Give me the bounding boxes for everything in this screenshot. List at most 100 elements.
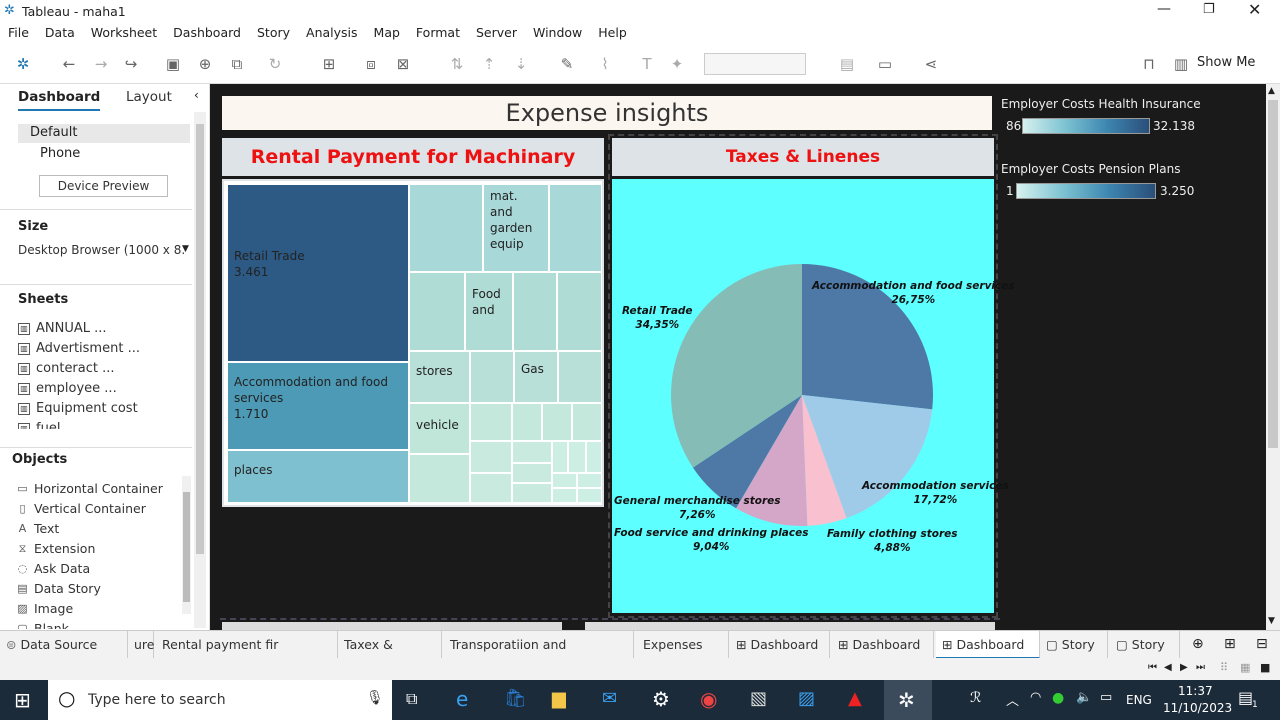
microphone-icon[interactable]: 🎙	[366, 690, 384, 706]
network-icon[interactable]: ◠	[1030, 690, 1041, 705]
menu-dashboard[interactable]: Dashboard	[165, 22, 249, 40]
taskbar-search[interactable]: ○ Type here to search 🎙	[48, 680, 392, 720]
menu-window[interactable]: Window	[525, 22, 590, 40]
treemap-tile[interactable]	[512, 483, 552, 503]
new-dashboard-icon[interactable]: ⊞	[1224, 636, 1236, 652]
treemap-tile[interactable]	[409, 454, 470, 503]
treemap-tile[interactable]	[470, 351, 514, 403]
size-chevron-down-icon[interactable]: ▼	[182, 244, 189, 254]
chrome-icon[interactable]: ◉	[700, 687, 717, 711]
language-indicator[interactable]: ENG	[1126, 693, 1152, 707]
labels-icon[interactable]: T	[636, 54, 658, 74]
show-cards-icon[interactable]: ▤	[836, 54, 858, 74]
duplicate-icon[interactable]: ⧈	[360, 54, 382, 74]
tab-dashboard[interactable]: Dashboard	[18, 89, 101, 111]
scroll-up-icon[interactable]: ▲	[1268, 86, 1275, 96]
tab-dashboard-3[interactable]: ⊞ Dashboard 3	[936, 631, 1040, 680]
treemap-tile[interactable]	[577, 488, 602, 503]
security-icon[interactable]: ●	[1052, 690, 1064, 706]
sheet-item[interactable]: ▥ conteract ...	[18, 359, 188, 379]
sheet-item[interactable]: ▥ fuel	[18, 419, 188, 429]
sort-desc-icon[interactable]: ⇣	[510, 54, 532, 74]
presentation-icon[interactable]: ▭	[874, 54, 896, 74]
store-icon[interactable]: 🛍	[504, 688, 527, 709]
close-button[interactable]: ✕	[1248, 0, 1261, 19]
treemap-tile[interactable]	[409, 272, 465, 351]
tab-sheet[interactable]: Taxex & Linenes	[338, 631, 442, 680]
people-icon[interactable]: ℛ	[970, 690, 981, 706]
sorter-view-icon[interactable]: ▦	[1240, 661, 1250, 674]
tab-dashboard-2[interactable]: ⊞ Dashboard 2	[832, 631, 934, 680]
left-scrollbar[interactable]	[194, 112, 206, 628]
menu-worksheet[interactable]: Worksheet	[83, 22, 165, 40]
tab-sheet[interactable]: ure	[128, 631, 154, 659]
menu-map[interactable]: Map	[366, 22, 408, 40]
treemap-tile[interactable]	[513, 272, 557, 351]
treemap-tile[interactable]: Retail Trade 3.461	[227, 184, 409, 362]
object-item[interactable]: ◌ Ask Data	[16, 559, 184, 579]
mail-icon[interactable]: ✉	[602, 688, 617, 709]
treemap-tile[interactable]	[470, 441, 512, 473]
treemap-tile[interactable]	[577, 473, 602, 488]
sheet-item[interactable]: ▥ Advertisment ...	[18, 339, 188, 359]
treemap-tile[interactable]: stores	[409, 351, 470, 403]
object-item[interactable]: ▢ Blank	[16, 619, 184, 629]
menu-help[interactable]: Help	[590, 22, 635, 40]
treemap-tile[interactable]: mat. and garden equip	[483, 184, 549, 272]
treemap-tile[interactable]	[586, 441, 602, 473]
replay-icon[interactable]: ↪	[120, 54, 142, 74]
notifications-icon[interactable]: ▤	[1238, 688, 1253, 707]
acrobat-icon[interactable]: ▲	[848, 688, 862, 709]
settings-icon[interactable]: ⚙	[652, 687, 670, 711]
object-item[interactable]: A Text	[16, 519, 184, 539]
scroll-thumb[interactable]	[1268, 100, 1278, 448]
treemap-tile[interactable]	[512, 463, 552, 483]
size-dropdown[interactable]: Desktop Browser (1000 x 8...	[18, 243, 184, 257]
treemap-tile[interactable]: Food and	[465, 272, 513, 351]
show-hidden-icons[interactable]: ︿	[1006, 690, 1019, 709]
treemap-tile[interactable]	[552, 441, 568, 473]
pin-icon[interactable]: ✦	[666, 54, 688, 74]
pie-chart-area[interactable]: Accommodation and food services 26,75% Ac…	[612, 179, 1015, 613]
clock-time[interactable]: 11:37	[1178, 684, 1213, 698]
photos-icon[interactable]: ▨	[798, 688, 815, 709]
object-item[interactable]: ▯ Vertical Container	[16, 499, 184, 519]
object-item[interactable]: ▤ Data Story	[16, 579, 184, 599]
first-sheet-icon[interactable]: ⏮	[1148, 662, 1157, 673]
swap-icon[interactable]: ⇅	[446, 54, 468, 74]
share-icon[interactable]: ⋖	[920, 54, 942, 74]
object-item[interactable]: ▨ Image	[16, 599, 184, 619]
treemap-tile[interactable]: vehicle	[409, 403, 470, 454]
new-data-source-icon[interactable]: ⊕	[194, 54, 216, 74]
treemap-tile[interactable]	[558, 351, 602, 403]
maximize-button[interactable]: ❐	[1203, 2, 1215, 17]
treemap-tile[interactable]	[552, 473, 577, 488]
battery-icon[interactable]: ▭	[1100, 690, 1112, 705]
clear-sheet-icon[interactable]: ⊠	[392, 54, 414, 74]
refresh-icon[interactable]: ↻	[264, 54, 286, 74]
new-worksheet-icon[interactable]: ⊕	[1192, 636, 1204, 652]
next-sheet-icon[interactable]: ▶	[1180, 662, 1188, 673]
treemap-chart[interactable]: Retail Trade 3.461 Accommodation and foo…	[222, 179, 604, 507]
menu-data[interactable]: Data	[37, 22, 83, 40]
collapse-icon[interactable]: ‹	[194, 88, 199, 102]
tab-view-icon[interactable]: ■	[1260, 661, 1270, 674]
treemap-tile[interactable]	[512, 441, 552, 463]
treemap-tile[interactable]	[470, 473, 512, 503]
menu-server[interactable]: Server	[468, 22, 525, 40]
tab-sheet[interactable]: Transporatiion and Warehusing	[444, 631, 634, 680]
tableau-taskbar-icon[interactable]: ✲	[884, 680, 932, 720]
sheet-item[interactable]: ▥ Equipment cost	[18, 399, 188, 419]
object-item[interactable]: ⧖ Extension	[16, 539, 184, 559]
object-item[interactable]: ▭ Horizontal Container	[16, 479, 184, 499]
device-preview-button[interactable]: Device Preview	[39, 175, 168, 197]
treemap-tile[interactable]	[557, 272, 602, 351]
show-me-icon[interactable]: ▥	[1170, 54, 1192, 74]
group-icon[interactable]: ⌇	[594, 54, 616, 74]
canvas-scrollbar[interactable]: ▲ ▼	[1266, 84, 1280, 630]
treemap-tile[interactable]	[470, 403, 512, 441]
menu-story[interactable]: Story	[249, 22, 298, 40]
device-phone[interactable]: Phone	[40, 146, 80, 161]
edge-icon[interactable]: e	[456, 687, 468, 711]
treemap-tile[interactable]: Accommodation and food services 1.710	[227, 362, 409, 450]
